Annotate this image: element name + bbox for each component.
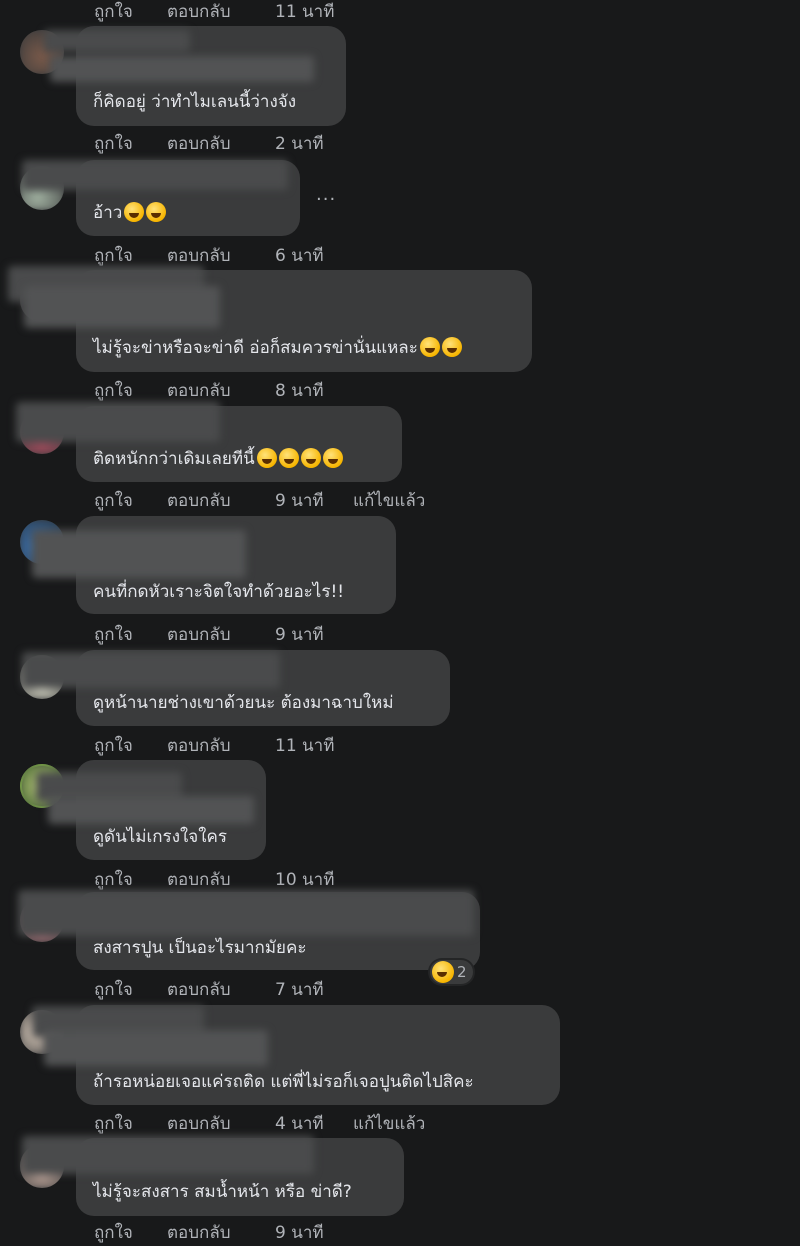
comment-text: ดูหน้านายช่างเขาด้วยนะ ต้องมาฉาบใหม่ [93, 693, 394, 713]
comment-actions: ถูกใจ ตอบกลับ 7 นาที [94, 976, 353, 1003]
like-link[interactable]: ถูกใจ [94, 377, 167, 404]
laugh-emoji-icon [278, 448, 299, 468]
timestamp[interactable]: 8 นาที [275, 377, 353, 404]
comment-actions: ถูกใจ ตอบกลับ 4 นาที แก้ไขแล้ว [94, 1110, 425, 1137]
reply-link[interactable]: ตอบกลับ [167, 976, 275, 1003]
timestamp[interactable]: 9 นาที [275, 621, 353, 648]
reply-link[interactable]: ตอบกลับ [167, 866, 275, 893]
laugh-emoji-icon [256, 448, 277, 468]
author-name-redacted [24, 286, 220, 328]
author-name-redacted[interactable] [22, 1136, 314, 1174]
timestamp[interactable]: 9 นาที [275, 487, 353, 514]
reply-link[interactable]: ตอบกลับ [167, 1219, 275, 1246]
grin-emoji-icon [419, 337, 440, 357]
comment-text-content: ติดหนักกว่าเดิมเลยทีนี้ [93, 449, 255, 469]
like-link[interactable]: ถูกใจ [94, 487, 167, 514]
laugh-emoji-icon [432, 961, 454, 983]
reply-link[interactable]: ตอบกลับ [167, 0, 275, 25]
timestamp[interactable]: 4 นาที [275, 1110, 353, 1137]
grin-emoji-icon [146, 202, 167, 222]
comment-text: ดูดันไม่เกรงใจใคร [93, 827, 228, 847]
author-name-redacted[interactable] [22, 652, 280, 688]
comment-actions: ถูกใจ ตอบกลับ 9 นาที [94, 1219, 353, 1246]
comment-text: ถ้ารอหน่อยเจอแค่รถติด แต่พี่ไม่รอก็เจอปู… [93, 1072, 474, 1092]
comment-text-content: อ้าว [93, 203, 123, 223]
author-name-redacted[interactable] [18, 890, 474, 936]
laugh-emoji-icon [300, 448, 321, 468]
author-name-redacted [48, 796, 254, 824]
like-link[interactable]: ถูกใจ [94, 732, 167, 759]
comment-actions: ถูกใจ ตอบกลับ 2 นาที [94, 130, 353, 157]
timestamp[interactable]: 6 นาที [275, 242, 353, 269]
comment-text: สงสารปูน เป็นอะไรมากมัยคะ [93, 938, 307, 958]
author-name-redacted[interactable] [16, 402, 220, 442]
comment-actions: ถูกใจ ตอบกลับ 10 นาที [94, 866, 353, 893]
author-name-redacted[interactable] [32, 530, 246, 578]
author-name-redacted [44, 1030, 268, 1066]
reply-link[interactable]: ตอบกลับ [167, 621, 275, 648]
like-link[interactable]: ถูกใจ [94, 866, 167, 893]
reply-link[interactable]: ตอบกลับ [167, 130, 275, 157]
comment-text: คนที่กดหัวเราะจิตใจทำด้วยอะไร!! [93, 582, 345, 602]
edited-label: แก้ไขแล้ว [353, 491, 426, 511]
reply-link[interactable]: ตอบกลับ [167, 732, 275, 759]
reply-link[interactable]: ตอบกลับ [167, 377, 275, 404]
like-link[interactable]: ถูกใจ [94, 621, 167, 648]
author-name-redacted [50, 56, 314, 82]
like-link[interactable]: ถูกใจ [94, 976, 167, 1003]
reaction-count: 2 [457, 963, 467, 981]
comment-actions: ถูกใจ ตอบกลับ 11 นาที [94, 732, 353, 759]
like-link[interactable]: ถูกใจ [94, 0, 167, 25]
laugh-emoji-icon [322, 448, 343, 468]
timestamp[interactable]: 11 นาที [275, 0, 353, 25]
grin-emoji-icon [441, 337, 462, 357]
laugh-emoji-icon [124, 202, 145, 222]
author-name-redacted[interactable] [44, 30, 190, 52]
comment-actions: ถูกใจ ตอบกลับ 11 นาที [94, 0, 353, 25]
comment-text: ก็คิดอยู่ ว่าทำไมเลนนี้ว่างจัง [93, 92, 297, 112]
like-link[interactable]: ถูกใจ [94, 130, 167, 157]
timestamp[interactable]: 10 นาที [275, 866, 353, 893]
like-link[interactable]: ถูกใจ [94, 242, 167, 269]
timestamp[interactable]: 2 นาที [275, 130, 353, 157]
comment-text: ไม่รู้จะสงสาร สมน้ำหน้า หรือ ข่าดี? [93, 1182, 352, 1202]
comment-actions: ถูกใจ ตอบกลับ 9 นาที [94, 621, 353, 648]
edited-label: แก้ไขแล้ว [353, 1114, 426, 1134]
comment-text: ติดหนักกว่าเดิมเลยทีนี้ [93, 448, 343, 470]
reply-link[interactable]: ตอบกลับ [167, 487, 275, 514]
like-link[interactable]: ถูกใจ [94, 1219, 167, 1246]
timestamp[interactable]: 7 นาที [275, 976, 353, 1003]
reaction-badge[interactable]: 2 [430, 960, 473, 984]
comment-actions: ถูกใจ ตอบกลับ 6 นาที [94, 242, 353, 269]
comment-actions: ถูกใจ ตอบกลับ 8 นาที [94, 377, 353, 404]
comment-text-content: ไม่รู้จะข่าหรือจะข่าดี อ่อก็สมควรข่านั่น… [93, 338, 418, 358]
timestamp[interactable]: 9 นาที [275, 1219, 353, 1246]
reply-link[interactable]: ตอบกลับ [167, 242, 275, 269]
comment-text: ไม่รู้จะข่าหรือจะข่าดี อ่อก็สมควรข่านั่น… [93, 337, 462, 359]
like-link[interactable]: ถูกใจ [94, 1110, 167, 1137]
comment-actions: ถูกใจ ตอบกลับ 9 นาที แก้ไขแล้ว [94, 487, 425, 514]
comment-text: อ้าว [93, 202, 167, 224]
timestamp[interactable]: 11 นาที [275, 732, 353, 759]
more-options-icon[interactable]: ··· [316, 189, 336, 210]
reply-link[interactable]: ตอบกลับ [167, 1110, 275, 1137]
author-name-redacted[interactable] [22, 160, 288, 190]
